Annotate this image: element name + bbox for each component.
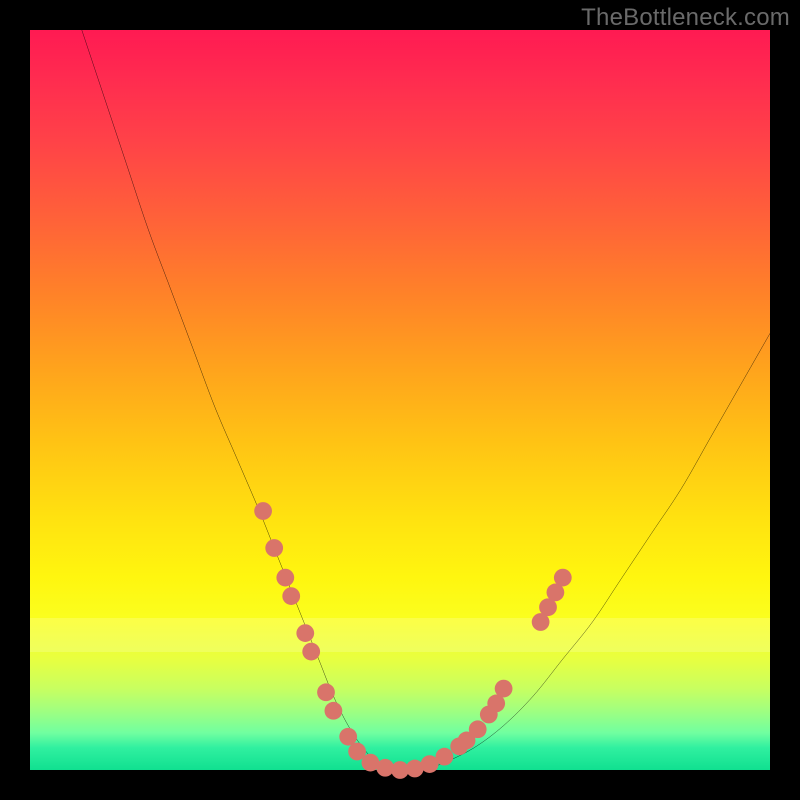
data-marker — [325, 702, 343, 720]
curve-svg — [30, 30, 770, 770]
data-marker — [339, 728, 357, 746]
curve-markers — [254, 502, 571, 779]
chart-frame: TheBottleneck.com — [0, 0, 800, 800]
plot-area — [30, 30, 770, 770]
data-marker — [302, 643, 320, 661]
watermark-text: TheBottleneck.com — [581, 4, 790, 32]
data-marker — [436, 748, 454, 766]
data-marker — [276, 569, 294, 587]
data-marker — [265, 539, 283, 557]
data-marker — [282, 587, 300, 605]
data-marker — [469, 720, 487, 738]
bottleneck-curve — [82, 30, 770, 771]
data-marker — [254, 502, 272, 520]
data-marker — [554, 569, 572, 587]
data-marker — [495, 680, 513, 698]
data-marker — [296, 624, 314, 642]
data-marker — [317, 683, 335, 701]
